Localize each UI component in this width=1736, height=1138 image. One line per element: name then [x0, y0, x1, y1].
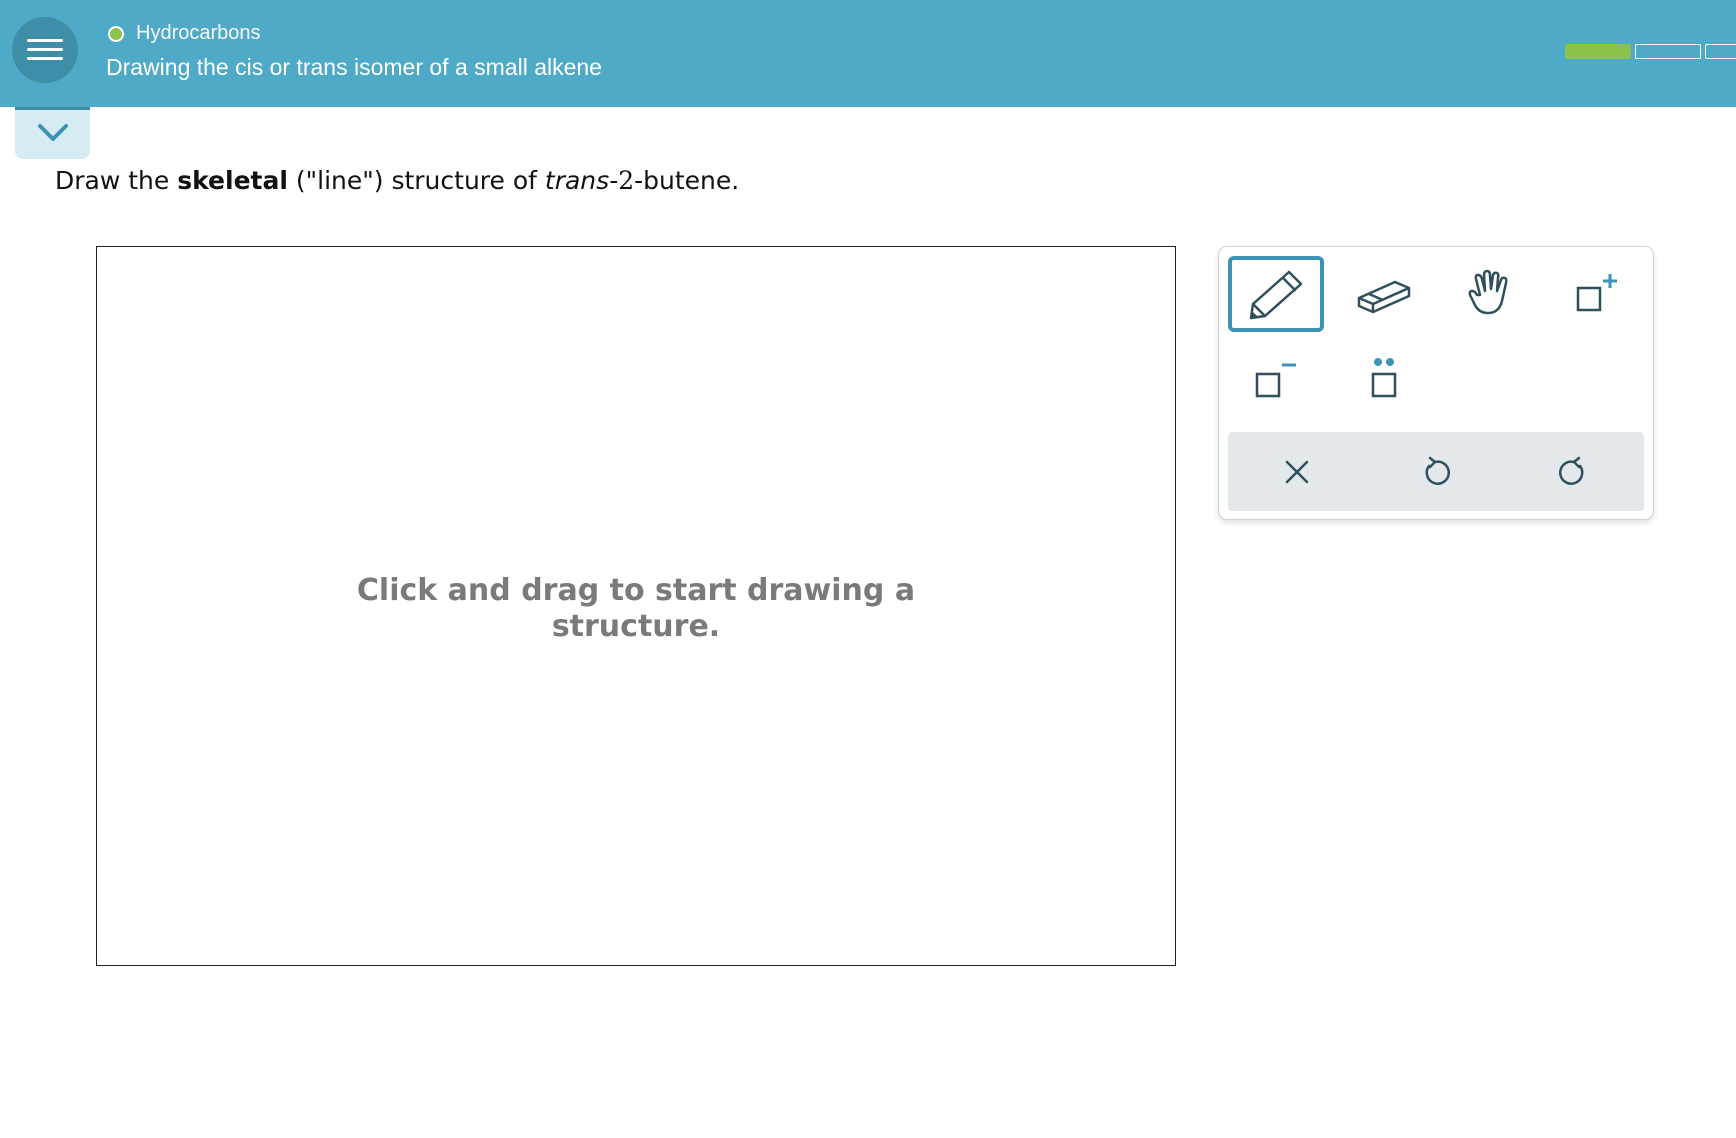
top-header-bar: Hydrocarbons Drawing the cis or trans is… [0, 0, 1736, 107]
collapse-header-button[interactable] [15, 107, 90, 159]
drawing-toolbox [1218, 246, 1654, 520]
clear-button[interactable] [1267, 444, 1327, 500]
prompt-italic-text: trans [544, 166, 610, 195]
negative-charge-tool-button[interactable] [1228, 342, 1324, 418]
undo-button[interactable] [1405, 444, 1465, 500]
move-tool-button[interactable] [1443, 256, 1539, 332]
menu-line-icon [27, 39, 63, 42]
clear-icon [1285, 460, 1309, 484]
progress-segment [1705, 44, 1736, 59]
menu-button[interactable] [12, 17, 78, 83]
prompt-number: 2 [618, 166, 635, 195]
progress-segment-complete [1565, 44, 1631, 59]
positive-charge-tool-button[interactable] [1549, 256, 1645, 332]
chevron-down-icon [38, 124, 68, 141]
eraser-tool-button[interactable] [1336, 256, 1432, 332]
prompt-text: ("line") structure of [287, 166, 545, 195]
prompt-bold-text: skeletal [177, 166, 288, 195]
pencil-tool-button[interactable] [1228, 256, 1324, 332]
canvas-hint: Click and drag to start drawing a struct… [97, 573, 1175, 645]
menu-line-icon [27, 48, 63, 51]
topic-row: Hydrocarbons [108, 22, 261, 45]
progress-segment [1635, 44, 1701, 59]
canvas-hint-text: Click and drag to start drawing a struct… [356, 573, 916, 644]
topic-status-icon [108, 25, 124, 42]
lone-pair-icon [1371, 358, 1397, 398]
topic-name: Hydrocarbons [136, 22, 261, 44]
menu-line-icon [27, 57, 63, 60]
eraser-icon [1357, 280, 1411, 314]
redo-icon [1559, 456, 1584, 485]
add-charge-negative-icon [1255, 363, 1296, 398]
prompt-text: Draw the [55, 166, 178, 195]
redo-button[interactable] [1544, 444, 1604, 500]
pencil-icon [1249, 270, 1303, 320]
prompt-text: - [609, 166, 619, 195]
progress-indicator [1565, 44, 1736, 59]
undo-icon [1425, 456, 1450, 485]
lone-pair-tool-button[interactable] [1336, 342, 1432, 418]
hand-icon [1468, 269, 1508, 315]
drawing-canvas[interactable]: Click and drag to start drawing a struct… [96, 246, 1176, 966]
toolbox-actions [1228, 432, 1644, 511]
question-prompt: Draw the skeletal ("line") structure of … [55, 166, 739, 195]
add-charge-positive-icon [1576, 274, 1617, 312]
lesson-title: Drawing the cis or trans isomer of a sma… [106, 54, 602, 80]
prompt-text: -butene. [634, 166, 740, 195]
